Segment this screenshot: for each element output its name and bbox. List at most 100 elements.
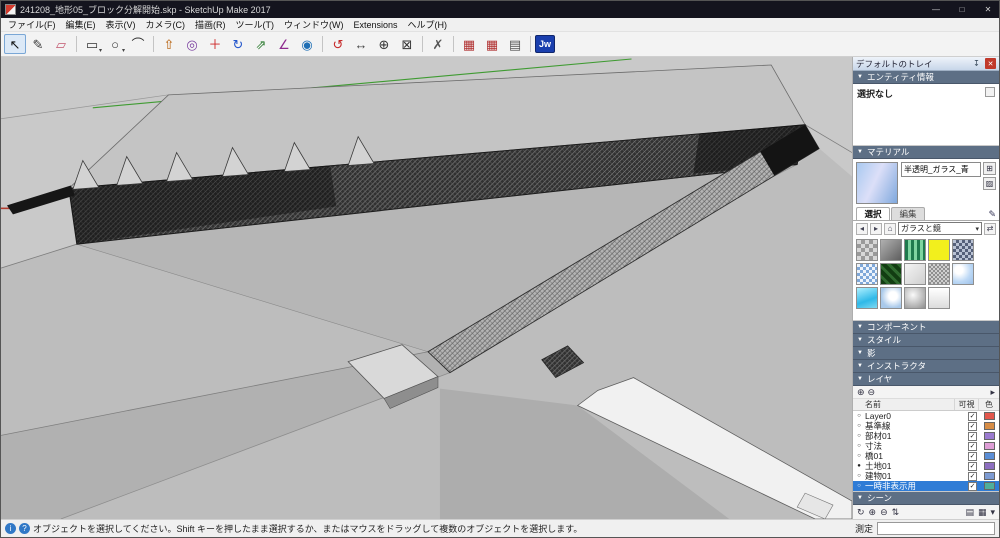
scenes-header[interactable]: ▼ シーン — [853, 492, 999, 505]
material-swatch[interactable] — [904, 263, 926, 285]
menu-item[interactable]: ウィンドウ(W) — [279, 18, 349, 31]
maximize-button[interactable]: □ — [951, 1, 973, 18]
help-icon[interactable]: ? — [19, 523, 30, 534]
offset-tool[interactable]: ◎ — [181, 34, 203, 54]
layer-row-ichiji-hihyouji[interactable]: ○ 一時非表示用 ✓ — [853, 481, 999, 491]
layer-radio[interactable]: ○ — [853, 483, 865, 489]
pan-tool[interactable]: ↔ — [350, 34, 372, 54]
instructor-section-header[interactable]: ▼ インストラクタ — [853, 360, 999, 373]
material-swatch[interactable] — [904, 287, 926, 309]
menu-item[interactable]: 描画(R) — [190, 18, 231, 31]
create-material-button[interactable]: ⊞ — [983, 162, 996, 175]
layer-color-chip[interactable] — [984, 422, 995, 430]
info-icon[interactable]: i — [5, 523, 16, 534]
rotate-tool[interactable]: ↻ — [227, 34, 249, 54]
viewport-canvas[interactable] — [1, 57, 852, 519]
material-swatch[interactable] — [856, 287, 878, 309]
layer-radio[interactable]: ○ — [853, 453, 865, 459]
eraser-tool[interactable]: ▱ — [50, 34, 72, 54]
entity-info-header[interactable]: ▼ エンティティ情報 — [853, 71, 999, 84]
layer-visible-checkbox[interactable]: ✓ — [968, 421, 977, 431]
plugin-cube-icon-2[interactable]: ▦ — [481, 34, 503, 54]
tape-measure-tool[interactable]: ∠ — [273, 34, 295, 54]
export-icon[interactable]: ▤ — [504, 34, 526, 54]
material-swatch[interactable] — [856, 263, 878, 285]
layer-color-chip[interactable] — [984, 452, 995, 460]
close-button[interactable]: ✕ — [977, 1, 999, 18]
orbit-tool[interactable]: ↺ — [327, 34, 349, 54]
layer-visible-checkbox[interactable]: ✓ — [968, 451, 977, 461]
material-swatch[interactable] — [952, 239, 974, 261]
layer-color-chip[interactable] — [984, 472, 995, 480]
rectangle-tool[interactable]: ▭ — [81, 34, 103, 55]
layer-visible-checkbox[interactable]: ✓ — [968, 431, 977, 441]
scene-options-button[interactable]: ▾ — [990, 507, 995, 518]
menu-item[interactable]: 表示(V) — [101, 18, 141, 31]
tab-select[interactable]: 選択 — [856, 207, 890, 220]
circle-tool[interactable]: ○ — [104, 34, 126, 55]
menu-item[interactable]: ツール(T) — [231, 18, 280, 31]
jw-cad-button[interactable]: Jw — [535, 35, 555, 53]
material-details-button[interactable]: ▨ — [983, 177, 996, 190]
material-swatch[interactable] — [880, 263, 902, 285]
material-swap-icon[interactable]: ⇄ — [984, 222, 996, 235]
menu-item[interactable]: 編集(E) — [61, 18, 101, 31]
layer-color-chip[interactable] — [984, 442, 995, 450]
home-icon[interactable]: ⌂ — [884, 222, 896, 235]
tray-close-icon[interactable]: ✕ — [985, 58, 996, 69]
layer-radio[interactable]: ○ — [853, 413, 865, 419]
material-swatch[interactable] — [880, 287, 902, 309]
entity-lock-icon[interactable] — [985, 87, 995, 97]
menu-item[interactable]: ファイル(F) — [3, 18, 61, 31]
zoom-extents-tool[interactable]: ⊠ — [396, 34, 418, 54]
layer-visible-checkbox[interactable]: ✓ — [968, 471, 977, 481]
layer-color-chip[interactable] — [984, 432, 995, 440]
layer-visible-checkbox[interactable]: ✓ — [968, 461, 977, 471]
menu-item[interactable]: Extensions — [349, 20, 403, 30]
material-swatch[interactable] — [928, 287, 950, 309]
materials-header[interactable]: ▼ マテリアル — [853, 146, 999, 159]
3d-viewport[interactable] — [1, 57, 852, 519]
scene-add-button[interactable]: ⊕ — [869, 507, 877, 518]
move-tool[interactable]: ＋ — [204, 34, 226, 54]
pushpull-tool[interactable]: ⇧ — [158, 34, 180, 54]
menu-item[interactable]: カメラ(C) — [141, 18, 191, 31]
scene-update-button[interactable]: ↻ — [857, 507, 865, 518]
styles-section-header[interactable]: ▼ スタイル — [853, 334, 999, 347]
sample-paint-icon[interactable]: ✎ — [988, 209, 996, 220]
material-swatch[interactable] — [928, 239, 950, 261]
add-layer-button[interactable]: ⊕ — [857, 387, 865, 398]
layer-visible-checkbox[interactable]: ✓ — [968, 411, 977, 421]
minimize-button[interactable]: — — [925, 1, 947, 18]
remove-layer-button[interactable]: ⊖ — [868, 387, 876, 398]
material-name-input[interactable] — [901, 162, 981, 177]
scene-view-list-button[interactable]: ▤ — [965, 507, 974, 518]
layer-color-chip[interactable] — [984, 462, 995, 470]
material-swatch[interactable] — [928, 263, 950, 285]
back-arrow-icon[interactable]: ◂ — [856, 222, 868, 235]
scale-tool[interactable]: ⇗ — [250, 34, 272, 54]
material-swatch[interactable] — [904, 239, 926, 261]
pin-icon[interactable]: ↧ — [971, 59, 982, 68]
layer-radio[interactable]: ● — [853, 463, 865, 469]
components-section-header[interactable]: ▼ コンポーネント — [853, 321, 999, 334]
material-swatch[interactable] — [880, 239, 902, 261]
layer-visible-checkbox[interactable]: ✓ — [968, 481, 977, 491]
layer-radio[interactable]: ○ — [853, 443, 865, 449]
shadows-section-header[interactable]: ▼ 影 — [853, 347, 999, 360]
line-tool[interactable]: ✎ — [27, 34, 49, 54]
tab-edit[interactable]: 編集 — [891, 207, 925, 220]
layer-visible-checkbox[interactable]: ✓ — [968, 441, 977, 451]
paint-bucket-tool[interactable]: ◉ — [296, 34, 318, 54]
layer-color-chip[interactable] — [984, 412, 995, 420]
layer-color-chip[interactable] — [984, 482, 995, 490]
select-tool[interactable]: ↖ — [4, 34, 26, 54]
layer-radio[interactable]: ○ — [853, 473, 865, 479]
arc-tool[interactable]: ⌒ — [127, 34, 149, 54]
scene-remove-button[interactable]: ⊖ — [880, 507, 888, 518]
material-category-dropdown[interactable]: ガラスと鏡 ▾ — [898, 222, 982, 235]
plugin-cube-icon[interactable]: ▦ — [458, 34, 480, 54]
material-swatch[interactable] — [952, 263, 974, 285]
layer-radio[interactable]: ○ — [853, 433, 865, 439]
delete-guides-tool[interactable]: ✗ — [427, 34, 449, 54]
